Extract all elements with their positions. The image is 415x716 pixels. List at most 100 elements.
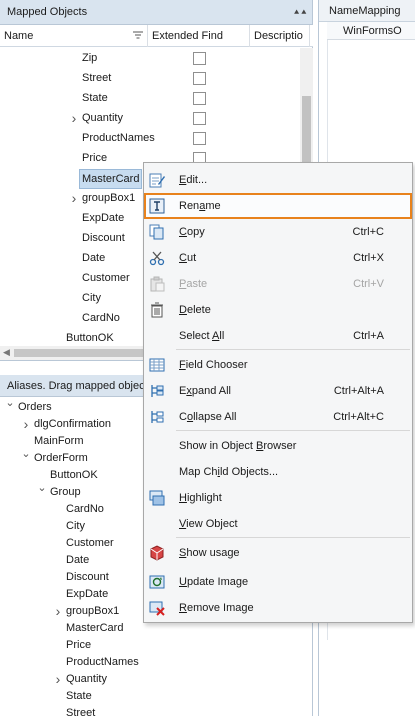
menu-item-collapse-all[interactable]: Collapse All Ctrl+Alt+C [144, 404, 412, 430]
menu-label-suffix: how usage [186, 547, 240, 559]
alias-row-label: Date [66, 554, 90, 566]
tab-name-mapping[interactable]: NameMapping [319, 0, 415, 22]
menu-label-suffix: me [205, 200, 221, 212]
menu-item-shortcut: Ctrl+X [353, 252, 384, 264]
tree-row-label: ExpDate [82, 212, 125, 224]
menu-item-select-all[interactable]: Select All Ctrl+A [144, 323, 412, 349]
menu-item-label: Rename [179, 193, 221, 219]
alias-row[interactable]: Price [0, 637, 313, 654]
collapse-arrow-icon[interactable]: ⌄ [5, 399, 15, 412]
menu-label-suffix: opy [186, 226, 205, 238]
tree-row[interactable]: › Quantity [0, 108, 300, 128]
menu-label-suffix: rowser [263, 440, 297, 452]
menu-item-rename[interactable]: Rename [144, 193, 412, 219]
expand-arrow-icon[interactable]: › [69, 108, 79, 128]
menu-item-show-usage[interactable]: Show usage [144, 540, 412, 566]
menu-item-copy[interactable]: Copy Ctrl+C [144, 219, 412, 245]
menu-item-label: Update Image [179, 569, 248, 595]
alias-row-label: OrderForm [34, 452, 88, 464]
column-header-extended-find[interactable]: Extended Find [148, 25, 250, 47]
cut-icon [149, 251, 165, 266]
mapped-objects-header: Mapped Objects ⯅⯅ [0, 0, 312, 25]
menu-item-field-chooser[interactable]: Field Chooser [144, 352, 412, 378]
copy-icon [149, 224, 164, 240]
menu-label-prefix: Ren [179, 200, 200, 212]
tree-row[interactable]: Zip [0, 48, 300, 68]
alias-row-label: Street [66, 707, 96, 716]
menu-separator [176, 430, 410, 431]
menu-item-label: Highlight [179, 485, 222, 511]
menu-label-accelerator: D [179, 304, 187, 316]
alias-row-label: ProductNames [66, 656, 139, 668]
tree-row-label: Discount [82, 232, 125, 244]
expand-arrow-icon[interactable]: › [53, 671, 63, 688]
tree-row[interactable]: ProductNames [0, 128, 300, 148]
alias-row-label: Orders [18, 401, 52, 413]
menu-label-suffix: ld Objects... [219, 466, 279, 478]
menu-item-show-in-object-browser[interactable]: Show in Object Browser [144, 433, 412, 459]
extended-find-checkbox[interactable] [193, 72, 206, 85]
menu-label-prefix: C [179, 411, 187, 423]
expand-arrow-icon[interactable]: › [21, 416, 31, 433]
expand-arrow-icon[interactable]: › [69, 188, 79, 208]
menu-item-expand-all[interactable]: Expand All Ctrl+Alt+A [144, 378, 412, 404]
menu-item-label: Copy [179, 219, 205, 245]
scroll-left-icon[interactable]: ◀ [3, 347, 10, 358]
column-header-name[interactable]: Name [0, 25, 148, 47]
menu-separator [176, 537, 410, 538]
menu-label-accelerator: F [179, 359, 186, 371]
expand-all-icon [151, 385, 164, 397]
tree-row-label: Customer [82, 272, 130, 284]
field-chooser-icon [149, 358, 165, 372]
extended-find-checkbox[interactable] [193, 52, 206, 65]
menu-item-label: Select All [179, 323, 224, 349]
alias-row[interactable]: Street [0, 705, 313, 716]
alias-row-label: ButtonOK [50, 469, 98, 481]
alias-row-label: Group [50, 486, 81, 498]
extended-find-checkbox[interactable] [193, 132, 206, 145]
alias-row[interactable]: ProductNames [0, 654, 313, 671]
menu-label-suffix: iew Object [186, 518, 238, 530]
menu-item-label: Field Chooser [179, 352, 248, 378]
tree-row-label: Street [82, 72, 112, 84]
menu-item-update-image[interactable]: Update Image [144, 569, 412, 595]
menu-item-label: Remove Image [179, 595, 254, 621]
menu-item-view-object[interactable]: View Object [144, 511, 412, 537]
extended-find-checkbox[interactable] [193, 112, 206, 125]
alias-row[interactable]: › Quantity [0, 671, 313, 688]
rename-icon [149, 198, 165, 214]
highlight-icon [149, 490, 165, 506]
menu-item-edit[interactable]: Edit... [144, 167, 412, 193]
menu-item-map-child-objects[interactable]: Map Child Objects... [144, 459, 412, 485]
collapse-panel-icon[interactable]: ⯅⯅ [293, 6, 307, 18]
menu-item-shortcut: Ctrl+V [353, 278, 384, 290]
collapse-all-icon [151, 411, 164, 423]
expand-arrow-icon[interactable]: › [53, 603, 63, 620]
collapse-arrow-icon[interactable]: ⌄ [37, 480, 47, 497]
menu-label-suffix: ut [186, 252, 197, 264]
menu-item-shortcut: Ctrl+A [353, 330, 384, 342]
collapse-arrow-icon[interactable]: ⌄ [21, 446, 31, 463]
context-menu: Edit... Rename Copy Ctrl+C Cut Ctrl+X Paste Ctr… [143, 162, 413, 623]
tree-row[interactable]: State [0, 88, 300, 108]
tree-row-label: City [82, 292, 101, 304]
menu-label-suffix: pand All [191, 385, 231, 397]
alias-row-label: MasterCard [66, 622, 124, 634]
menu-item-highlight[interactable]: Highlight [144, 485, 412, 511]
name-mapping-column-header[interactable]: WinFormsO [327, 22, 415, 40]
column-header-description[interactable]: Descriptio [250, 25, 310, 47]
menu-item-remove-image[interactable]: Remove Image [144, 595, 412, 621]
tree-row[interactable]: Street [0, 68, 300, 88]
menu-label-suffix: pdate Image [186, 576, 249, 588]
alias-row[interactable]: State [0, 688, 313, 705]
menu-label-prefix: Select [179, 330, 213, 342]
tree-row-label: ProductNames [82, 132, 155, 144]
alias-row-label: Customer [66, 537, 114, 549]
column-filter-icon[interactable] [133, 31, 143, 41]
alias-row-label: Quantity [66, 673, 107, 685]
menu-item-shortcut: Ctrl+Alt+A [333, 385, 384, 397]
menu-item-cut[interactable]: Cut Ctrl+X [144, 245, 412, 271]
extended-find-checkbox[interactable] [193, 92, 206, 105]
menu-item-paste[interactable]: Paste Ctrl+V [144, 271, 412, 297]
menu-item-delete[interactable]: Delete [144, 297, 412, 323]
